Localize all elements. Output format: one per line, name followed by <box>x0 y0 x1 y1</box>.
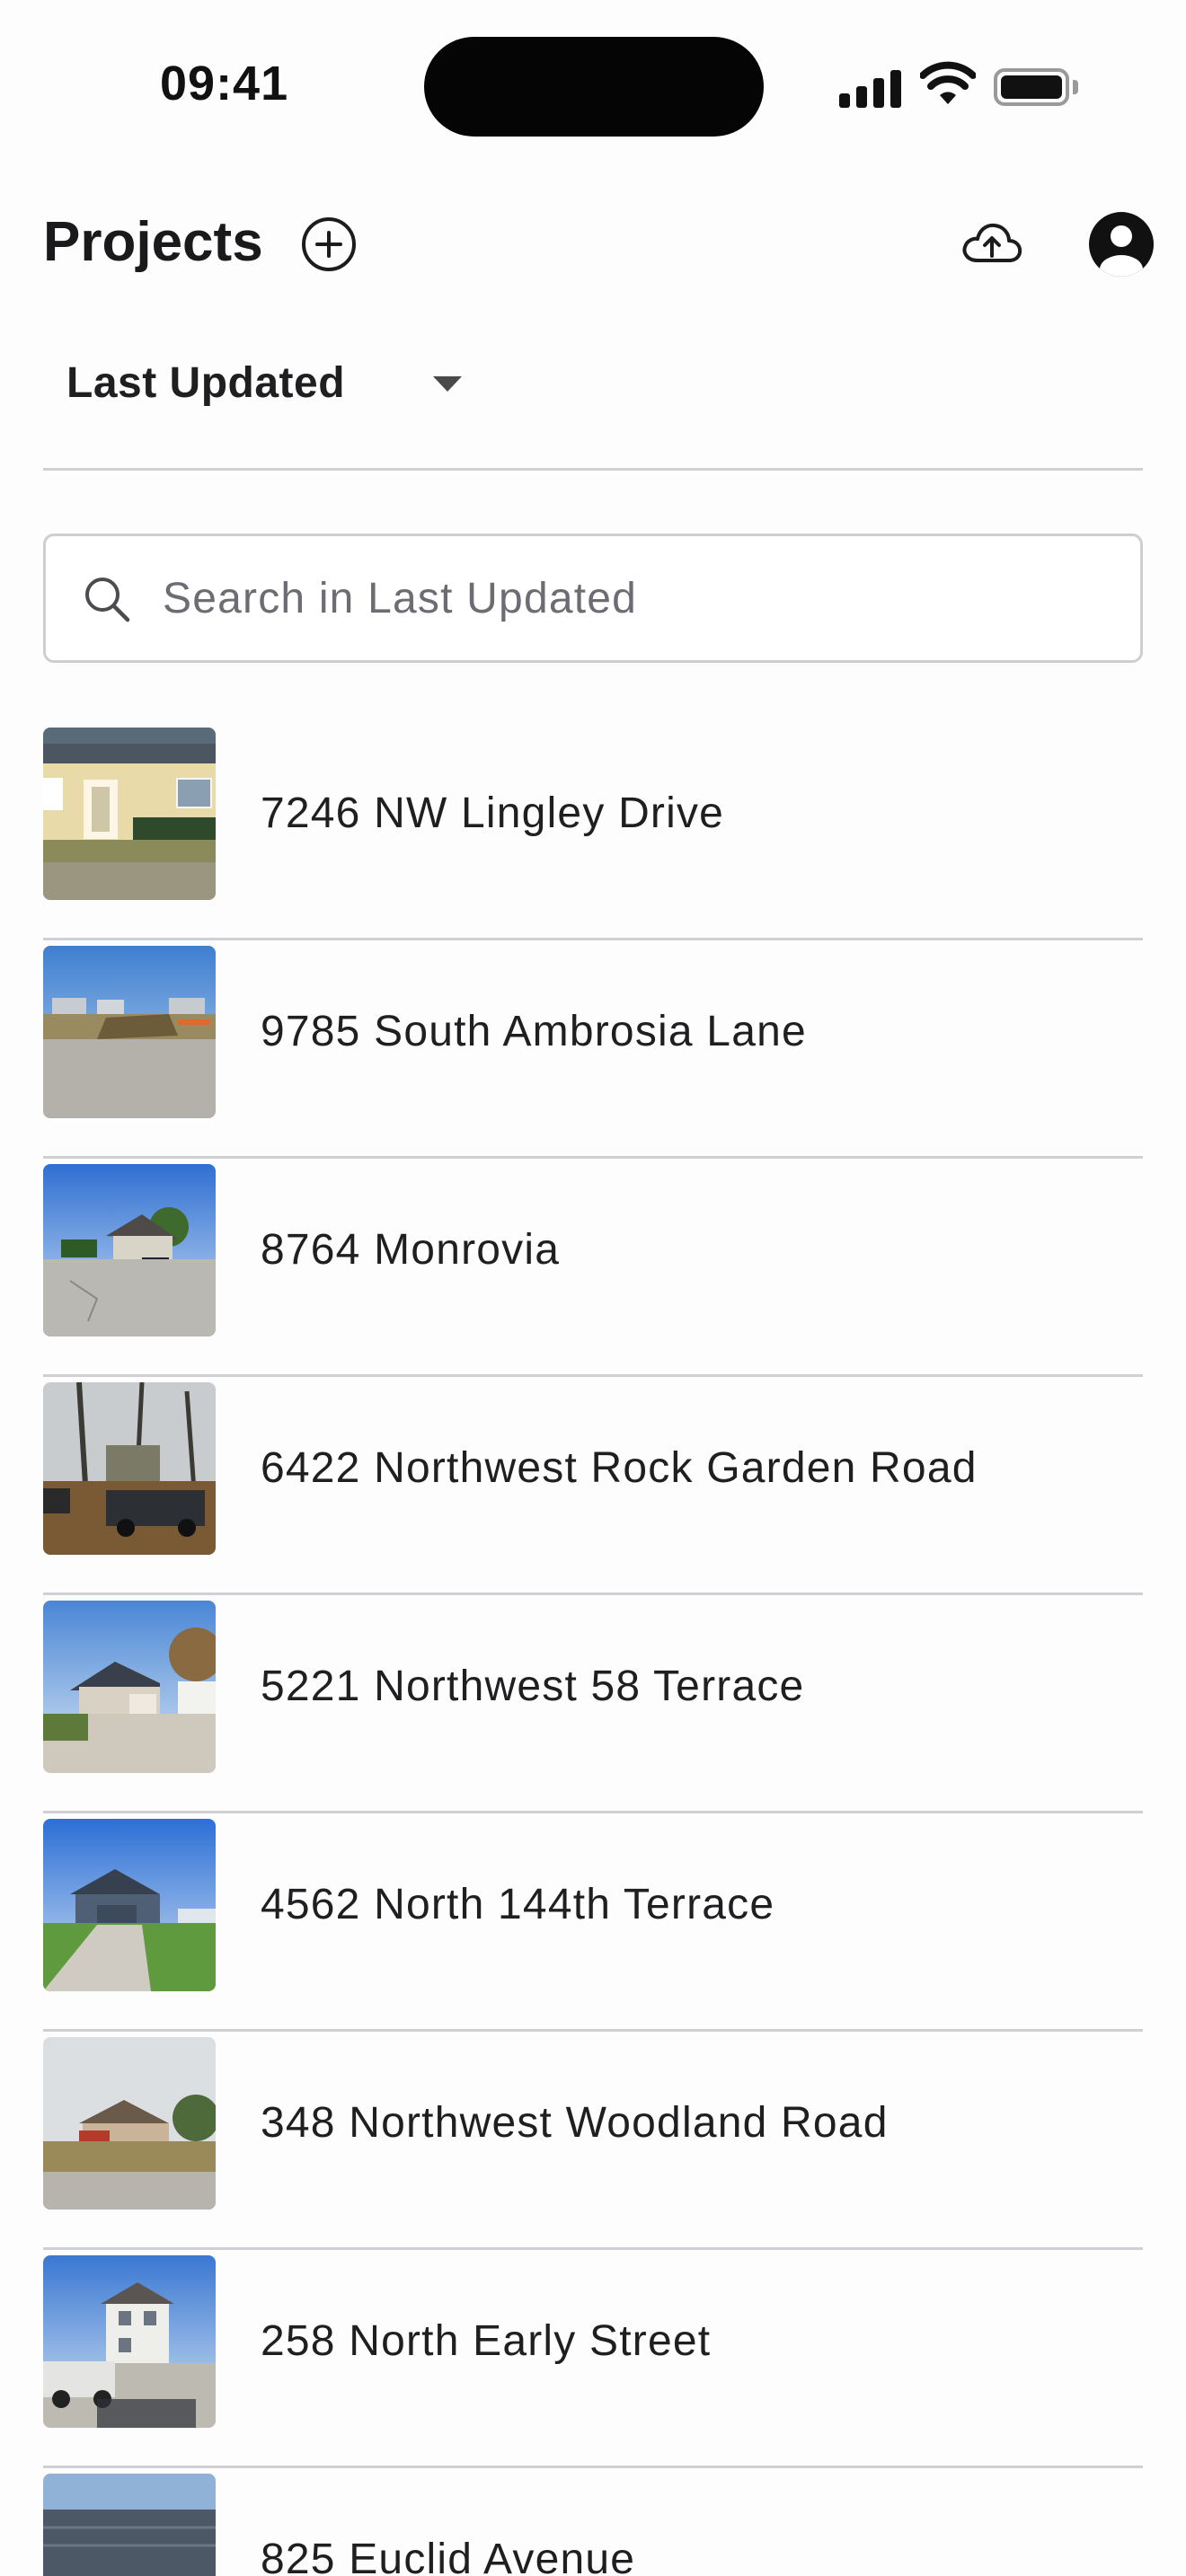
list-item[interactable]: 6422 Northwest Rock Garden Road <box>43 1377 1143 1595</box>
project-address: 7246 NW Lingley Drive <box>261 790 725 837</box>
project-thumbnail <box>43 1819 216 1991</box>
divider <box>43 468 1143 471</box>
list-item[interactable]: 8764 Monrovia <box>43 1159 1143 1377</box>
status-bar: 09:41 <box>0 0 1186 144</box>
projects-screen: 09:41 Projects Last Updated Search in La… <box>0 0 1186 2576</box>
project-thumbnail <box>43 728 216 900</box>
project-thumbnail <box>43 1601 216 1773</box>
caret-down-icon <box>433 376 462 392</box>
sort-dropdown[interactable]: Last Updated <box>43 346 510 418</box>
list-item[interactable]: 7246 NW Lingley Drive <box>43 722 1143 940</box>
plus-circle-icon[interactable] <box>300 216 358 273</box>
project-thumbnail <box>43 2474 216 2576</box>
project-address: 6422 Northwest Rock Garden Road <box>261 1444 978 1492</box>
list-item[interactable]: 258 North Early Street <box>43 2250 1143 2468</box>
project-address: 5221 Northwest 58 Terrace <box>261 1663 805 1710</box>
list-item[interactable]: 9785 South Ambrosia Lane <box>43 940 1143 1159</box>
list-item[interactable]: 4562 North 144th Terrace <box>43 1813 1143 2032</box>
page-title: Projects <box>43 211 263 273</box>
wifi-icon <box>920 61 976 104</box>
project-thumbnail <box>43 1164 216 1337</box>
project-thumbnail <box>43 946 216 1118</box>
cloud-upload-icon[interactable] <box>960 216 1024 273</box>
project-address: 258 North Early Street <box>261 2317 712 2365</box>
project-thumbnail <box>43 2255 216 2428</box>
project-address: 4562 North 144th Terrace <box>261 1881 775 1928</box>
list-item[interactable]: 348 Northwest Woodland Road <box>43 2032 1143 2250</box>
search-icon <box>85 578 130 622</box>
status-time: 09:41 <box>160 57 289 110</box>
cellular-signal-icon <box>839 66 902 108</box>
project-address: 9785 South Ambrosia Lane <box>261 1008 807 1055</box>
project-address: 348 Northwest Woodland Road <box>261 2099 889 2147</box>
project-address: 8764 Monrovia <box>261 1226 561 1274</box>
dynamic-island <box>424 37 764 137</box>
list-item[interactable]: 825 Euclid Avenue <box>43 2468 1143 2576</box>
project-list: 7246 NW Lingley Drive 9785 South Ambrosi… <box>43 722 1143 2576</box>
list-item[interactable]: 5221 Northwest 58 Terrace <box>43 1595 1143 1813</box>
account-circle-icon[interactable] <box>1087 210 1155 278</box>
project-thumbnail <box>43 2037 216 2210</box>
project-thumbnail <box>43 1382 216 1555</box>
battery-icon <box>994 68 1078 106</box>
search-input[interactable] <box>163 569 1097 628</box>
project-address: 825 Euclid Avenue <box>261 2536 636 2576</box>
header: Projects <box>0 198 1186 287</box>
sort-label: Last Updated <box>66 359 346 407</box>
search-box[interactable] <box>43 534 1143 663</box>
